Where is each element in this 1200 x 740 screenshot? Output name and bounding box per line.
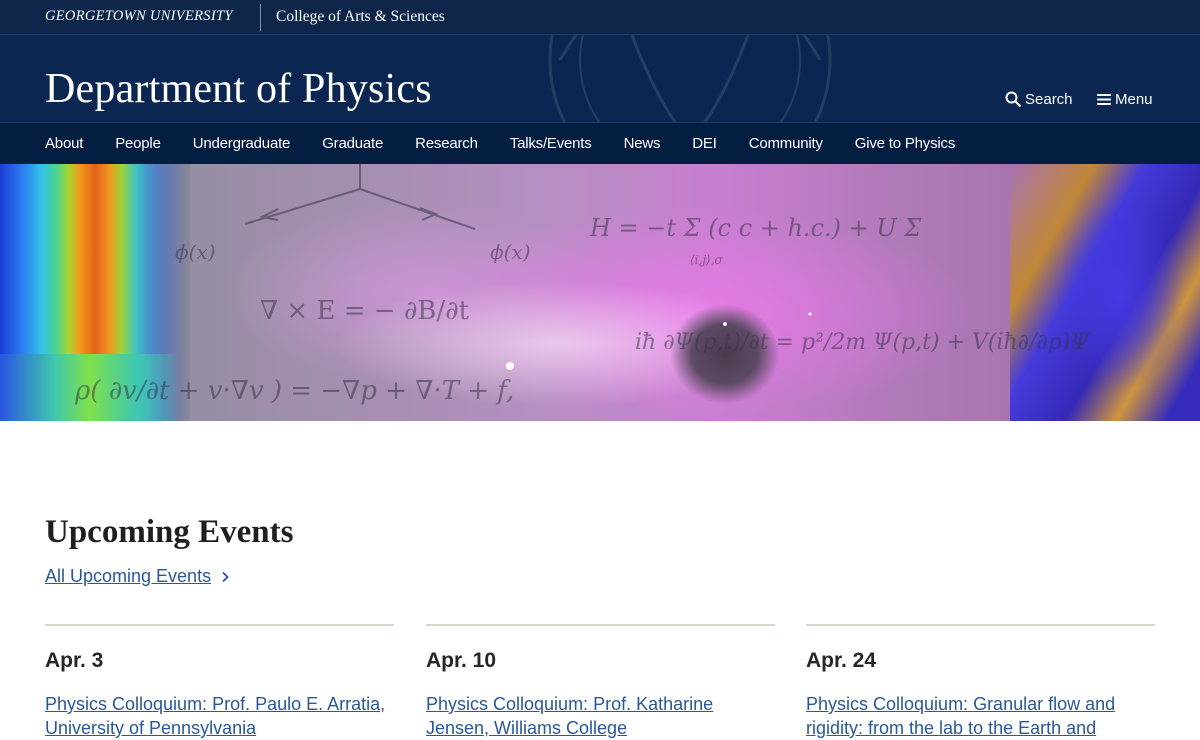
search-button[interactable]: Search [1005, 89, 1073, 109]
college-link[interactable]: College of Arts & Sciences [276, 8, 445, 26]
nav-item-dei[interactable]: DEI [692, 123, 717, 165]
nav-item-community[interactable]: Community [749, 123, 823, 165]
site-header: GEORGETOWN UNIVERSITY College of Arts & … [0, 0, 1200, 122]
svg-text:ϕ(x): ϕ(x) [175, 240, 216, 264]
physics-equations-overlay-icon: H = −t Σ (c c + h.c.) + U Σ ⟨i,j⟩,σ ϕ(x)… [74, 164, 1090, 406]
event-title-link[interactable]: Physics Colloquium: Granular flow and ri… [806, 692, 1155, 740]
hamburger-icon [1097, 93, 1111, 105]
svg-text:∇ × E = − ∂B/∂t: ∇ × E = − ∂B/∂t [260, 296, 470, 326]
nav-item-talks-events[interactable]: Talks/Events [510, 123, 592, 165]
svg-text:ϕ(x): ϕ(x) [490, 240, 531, 264]
department-title[interactable]: Department of Physics [45, 63, 432, 115]
event-date: Apr. 24 [806, 649, 877, 672]
upcoming-events-heading: Upcoming Events [45, 514, 294, 550]
event-date: Apr. 3 [45, 649, 104, 672]
search-label: Search [1025, 90, 1073, 108]
svg-text:⟨i,j⟩,σ: ⟨i,j⟩,σ [690, 253, 724, 267]
georgetown-university-logo[interactable]: GEORGETOWN UNIVERSITY [45, 8, 233, 28]
event-card: Apr. 3 Physics Colloquium: Prof. Paulo E… [45, 624, 394, 740]
all-upcoming-events-link[interactable]: All Upcoming Events [45, 566, 229, 587]
nav-item-news[interactable]: News [624, 123, 661, 165]
svg-text:H = −t Σ (c c + h.c.) + U Σ: H = −t Σ (c c + h.c.) + U Σ [589, 214, 922, 242]
event-card: Apr. 10 Physics Colloquium: Prof. Kathar… [426, 624, 775, 740]
main-navigation: About People Undergraduate Graduate Rese… [0, 122, 1200, 164]
utility-bar: GEORGETOWN UNIVERSITY College of Arts & … [0, 0, 1200, 35]
event-date: Apr. 10 [426, 649, 497, 672]
nav-item-about[interactable]: About [45, 123, 83, 165]
event-title-link[interactable]: Physics Colloquium: Prof. Paulo E. Arrat… [45, 692, 394, 740]
svg-text:ρ( ∂v/∂t + v·∇v ) = −∇p + ∇·T: ρ( ∂v/∂t + v·∇v ) = −∇p + ∇·T + f, [74, 376, 514, 406]
magnifier-icon [1005, 91, 1021, 107]
event-card: Apr. 24 Physics Colloquium: Granular flo… [806, 624, 1155, 740]
event-title-link[interactable]: Physics Colloquium: Prof. Katharine Jens… [426, 692, 775, 740]
nav-item-graduate[interactable]: Graduate [322, 123, 383, 165]
nav-item-give-to-physics[interactable]: Give to Physics [855, 123, 956, 165]
nav-item-people[interactable]: People [115, 123, 161, 165]
all-upcoming-events-label: All Upcoming Events [45, 566, 212, 586]
menu-label: Menu [1115, 90, 1153, 108]
topbar-divider [260, 4, 261, 31]
nav-item-research[interactable]: Research [415, 123, 478, 165]
menu-button[interactable]: Menu [1097, 89, 1153, 109]
nav-item-undergraduate[interactable]: Undergraduate [193, 123, 291, 165]
hero-banner-image: H = −t Σ (c c + h.c.) + U Σ ⟨i,j⟩,σ ϕ(x)… [0, 164, 1200, 421]
svg-text:iħ ∂Ψ(p,t)/∂t = p²/2m Ψ(p,t) +: iħ ∂Ψ(p,t)/∂t = p²/2m Ψ(p,t) + V(iħ∂/∂p)… [635, 330, 1090, 355]
chevron-right-icon [222, 571, 229, 582]
